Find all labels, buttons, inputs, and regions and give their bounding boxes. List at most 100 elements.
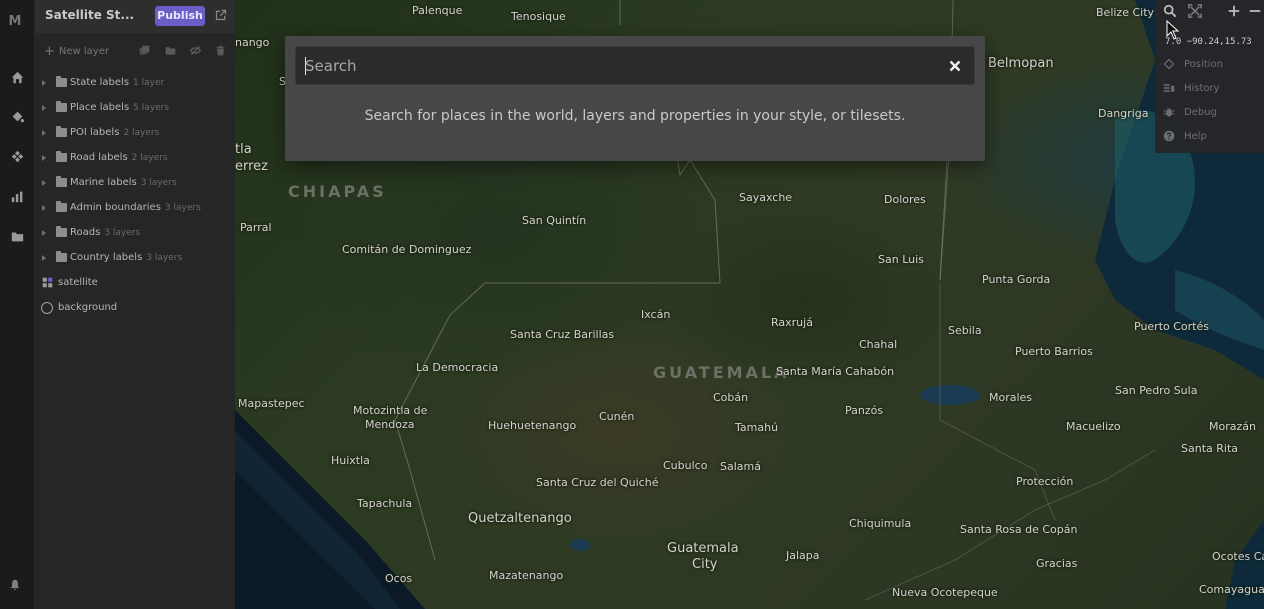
place-label: Mendoza [365,418,415,431]
layer-count: 5 layers [133,103,170,113]
debug-button[interactable]: Debug [1163,104,1263,120]
chevron-right-icon[interactable] [42,104,46,111]
help-button[interactable]: Help [1163,128,1263,144]
layer-satellite[interactable]: satellite [35,270,235,295]
place-label: Punta Gorda [982,273,1051,286]
place-label: Santa María Cahabón [776,365,895,378]
bell-icon[interactable] [9,579,21,591]
layer-group-name: Roads [70,227,101,238]
place-label: Mapastepec [238,397,305,410]
place-label: Dangriga [1098,107,1149,120]
chevron-right-icon[interactable] [42,79,46,86]
layer-group-admin-boundaries[interactable]: Admin boundaries 3 layers [35,195,235,220]
app-logo[interactable]: M [0,14,30,29]
place-label: Puerto Cortés [1134,320,1209,333]
chevron-right-icon[interactable] [42,154,46,161]
layer-group-place-labels[interactable]: Place labels 5 layers [35,95,235,120]
region-label: GUATEMALA [653,363,790,382]
zoom-in-icon[interactable] [1227,4,1241,18]
close-icon[interactable] [946,57,964,75]
group-icon[interactable] [165,45,176,56]
place-label: Morales [989,391,1033,404]
layer-count: 3 layers [140,178,177,188]
search-hint: Search for places in the world, layers a… [364,108,906,124]
search-box[interactable] [295,46,975,85]
folder-icon[interactable] [0,224,35,248]
place-label: Dolores [884,193,926,206]
tool-label: Debug [1184,106,1217,118]
tool-label: Position [1184,58,1223,70]
folder-icon [56,76,67,87]
layer-count: 3 layers [164,203,201,213]
place-label: San Quintín [522,214,587,227]
place-label: Puerto Barrios [1015,345,1093,358]
layer-count: 3 layers [146,253,183,263]
position-button[interactable]: Position [1163,56,1263,72]
layer-group-marine-labels[interactable]: Marine labels 3 layers [35,170,235,195]
new-layer-button[interactable]: + New layer [44,43,109,59]
chevron-right-icon[interactable] [42,229,46,236]
place-label: City [692,557,718,572]
layer-name: satellite [58,277,98,288]
layer-count: 2 layers [131,153,168,163]
duplicate-icon[interactable] [139,45,150,56]
place-label: Morazán [1209,420,1256,433]
chevron-right-icon[interactable] [42,129,46,136]
layer-count: 1 layer [133,78,165,88]
layer-background[interactable]: background [35,295,235,320]
place-label: Belmopan [988,56,1054,71]
paint-bucket-icon[interactable] [0,104,35,128]
raster-icon [42,277,53,288]
layer-group-roads[interactable]: Roads 3 layers [35,220,235,245]
place-label: Tapachula [357,497,413,510]
folder-icon [56,201,67,212]
chevron-right-icon[interactable] [42,179,46,186]
trash-icon[interactable] [215,45,226,56]
search-icon[interactable] [1163,4,1177,18]
folder-icon [56,176,67,187]
style-name[interactable]: Satellite St... [45,8,149,22]
layer-group-name: Place labels [70,102,130,113]
layer-group-name: Country labels [70,252,143,263]
external-link-icon[interactable] [215,9,227,21]
place-label: Motozintla de [353,404,428,417]
components-icon[interactable] [0,144,35,168]
place-label: Gracias [1036,557,1078,570]
stats-icon[interactable] [0,184,35,208]
place-label: Ocos [385,572,413,585]
place-label: Protección [1016,475,1074,488]
region-label: CHIAPAS [288,182,387,201]
layer-group-state-labels[interactable]: State labels 1 layer [35,70,235,95]
fullscreen-icon[interactable] [1188,4,1202,18]
place-label: Huehuetenango [488,419,577,432]
place-label: Santa Rosa de Copán [960,523,1078,536]
publish-button[interactable]: Publish [155,6,205,26]
app-window: M Satellite St... Publish + New layer St… [0,0,1264,609]
layer-group-name: Road labels [70,152,128,163]
chevron-right-icon[interactable] [42,204,46,211]
layer-group-country-labels[interactable]: Country labels 3 layers [35,245,235,270]
place-label: Chahal [859,338,898,351]
hide-icon[interactable] [190,45,201,56]
folder-icon [56,226,67,237]
place-label: Palenque [412,4,463,17]
chevron-right-icon[interactable] [42,254,46,261]
place-label: nango [235,36,270,49]
place-label: Santa Cruz Barillas [510,328,615,341]
place-label: Guatemala [667,541,739,556]
layer-toolbar: + New layer [35,40,235,62]
place-label: Belize City [1096,6,1155,19]
home-icon[interactable] [0,65,35,89]
layer-group-poi-labels[interactable]: POI labels 2 layers [35,120,235,145]
place-label: Tamahú [735,421,779,434]
zoom-out-icon[interactable] [1248,4,1262,18]
history-button[interactable]: History [1163,80,1263,96]
layer-group-name: State labels [70,77,130,88]
panel-header: Satellite St... Publish [35,0,235,33]
layers-panel: Satellite St... Publish + New layer State… [35,0,235,609]
layer-group-road-labels[interactable]: Road labels 2 layers [35,145,235,170]
layer-group-name: Admin boundaries [70,202,161,213]
tool-label: Help [1184,130,1207,142]
search-input[interactable] [305,47,925,84]
place-label: San Pedro Sula [1115,384,1198,397]
